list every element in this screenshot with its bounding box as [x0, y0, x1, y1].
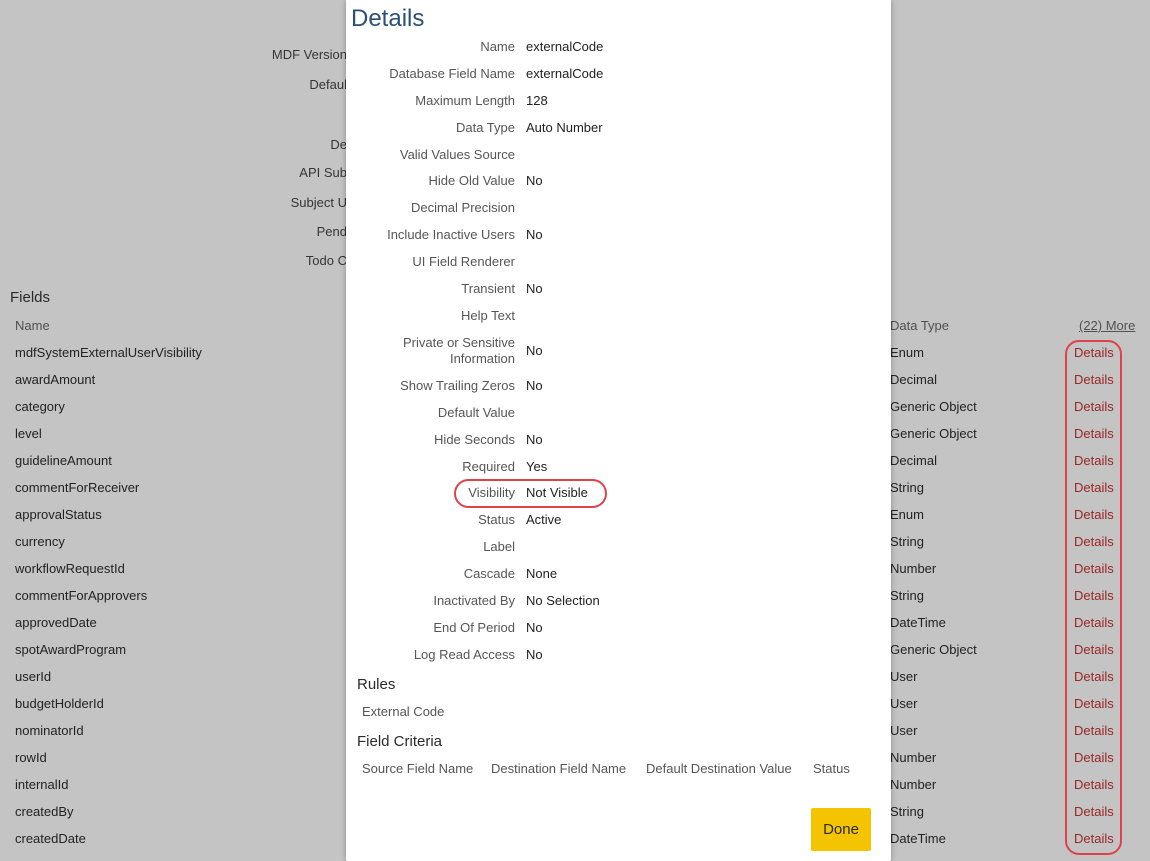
field-data-type: Decimal: [890, 372, 937, 387]
property-label: Show Trailing Zeros: [400, 378, 515, 393]
property-value: externalCode: [526, 39, 604, 54]
column-header-name: Name: [15, 318, 50, 333]
field-name: spotAwardProgram: [15, 642, 127, 657]
field-data-type: String: [890, 588, 924, 603]
criteria-header-default: Default Destination Value: [646, 761, 792, 776]
field-data-type: Enum: [890, 507, 924, 522]
visibility-highlight: [454, 479, 607, 508]
property-label: UI Field Renderer: [412, 254, 515, 269]
fields-title: Fields: [10, 289, 51, 306]
property-label: Transient: [461, 281, 515, 296]
field-name: awardAmount: [15, 372, 96, 387]
property-label: Name: [480, 39, 515, 54]
property-label: Include Inactive Users: [387, 227, 515, 242]
field-data-type: String: [890, 480, 924, 495]
meta-label-mdf-version: MDF Version: [271, 47, 347, 62]
field-data-type: String: [890, 534, 924, 549]
property-label: Default Value: [437, 405, 515, 420]
field-data-type: Generic Object: [890, 642, 977, 657]
field-name: approvalStatus: [15, 507, 102, 522]
field-name: budgetHolderId: [15, 696, 104, 711]
more-columns-link[interactable]: (22) More: [1079, 318, 1135, 333]
field-name: approvedDate: [15, 615, 97, 630]
property-label: Cascade: [463, 566, 515, 581]
field-name: nominatorId: [15, 723, 84, 738]
property-label: Database Field Name: [389, 66, 515, 81]
field-name: category: [15, 399, 65, 414]
field-criteria-title: Field Criteria: [357, 733, 443, 750]
property-value: No Selection: [526, 593, 600, 608]
field-name: createdDate: [15, 831, 86, 846]
rule-item: External Code: [362, 704, 445, 719]
property-label: End Of Period: [433, 620, 515, 635]
meta-label-default: Defaul: [309, 77, 347, 92]
meta-label-pend: Pend: [316, 224, 347, 239]
details-column-highlight: [1065, 340, 1122, 855]
property-label: Private or Sensitive Information: [403, 335, 515, 366]
meta-label-todo: Todo C: [305, 253, 347, 268]
details-dialog: Details Name externalCode Database Field N…: [346, 0, 891, 861]
field-name: userId: [15, 669, 52, 684]
property-value: No: [526, 432, 543, 447]
field-name: commentForApprovers: [15, 588, 148, 603]
property-value: No: [526, 378, 543, 393]
field-name: workflowRequestId: [15, 561, 125, 576]
property-value: Active: [526, 512, 562, 527]
field-name: internalId: [15, 777, 69, 792]
field-data-type: User: [890, 723, 918, 738]
done-button[interactable]: Done: [811, 808, 871, 851]
property-label: Valid Values Source: [399, 147, 515, 162]
field-data-type: Generic Object: [890, 399, 977, 414]
field-name: mdfSystemExternalUserVisibility: [15, 345, 202, 360]
dialog-title: Details: [351, 5, 425, 32]
field-data-type: User: [890, 669, 918, 684]
property-label: Status: [478, 512, 515, 527]
property-label: Help Text: [461, 308, 515, 323]
property-value: Yes: [526, 459, 548, 474]
property-value: None: [526, 566, 558, 581]
property-value: 128: [526, 93, 548, 108]
field-name: commentForReceiver: [15, 480, 140, 495]
field-data-type: Number: [890, 777, 937, 792]
property-label: Log Read Access: [413, 647, 515, 662]
field-data-type: Decimal: [890, 453, 937, 468]
field-name: guidelineAmount: [15, 453, 112, 468]
field-data-type: Number: [890, 750, 937, 765]
field-data-type: User: [890, 696, 918, 711]
property-label: Maximum Length: [415, 93, 515, 108]
property-label: Required: [462, 459, 515, 474]
column-header-data-type: Data Type: [890, 318, 950, 333]
property-label: Hide Seconds: [434, 432, 515, 447]
criteria-header-source: Source Field Name: [362, 761, 474, 776]
field-data-type: Enum: [890, 345, 924, 360]
meta-label-de: De: [330, 137, 347, 152]
property-label: Decimal Precision: [410, 200, 515, 215]
property-value: No: [526, 227, 543, 242]
property-label: Label: [483, 539, 515, 554]
property-label: Inactivated By: [433, 593, 515, 608]
field-data-type: DateTime: [890, 615, 946, 630]
field-data-type: String: [890, 804, 924, 819]
property-label: Data Type: [455, 120, 515, 135]
property-value: No: [526, 343, 543, 358]
meta-label-subject: Subject U: [290, 195, 347, 210]
field-name: level: [15, 426, 42, 441]
criteria-header-status: Status: [813, 761, 850, 776]
field-name: createdBy: [15, 804, 74, 819]
property-label: Hide Old Value: [428, 173, 515, 188]
field-data-type: Generic Object: [890, 426, 977, 441]
field-name: currency: [15, 534, 65, 549]
property-value: No: [526, 620, 543, 635]
meta-label-api-sub: API Sub: [299, 165, 347, 180]
property-value: No: [526, 173, 543, 188]
rules-title: Rules: [357, 676, 396, 693]
field-data-type: DateTime: [890, 831, 946, 846]
property-value: Auto Number: [526, 120, 603, 135]
property-value: No: [526, 281, 543, 296]
property-value: No: [526, 647, 543, 662]
field-data-type: Number: [890, 561, 937, 576]
property-value: externalCode: [526, 66, 604, 81]
field-name: rowId: [15, 750, 47, 765]
criteria-header-destination: Destination Field Name: [491, 761, 627, 776]
